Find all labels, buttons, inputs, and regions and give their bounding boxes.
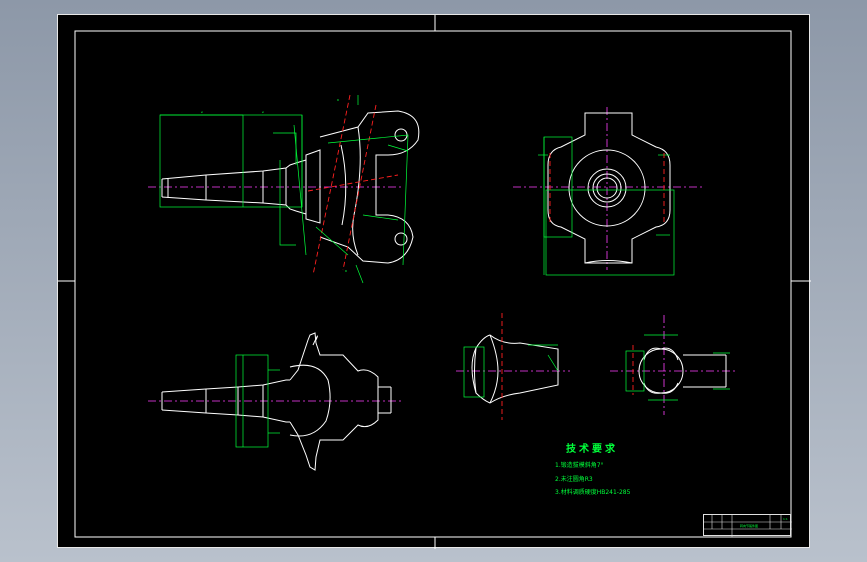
- front-view: ø ø R R: [148, 94, 420, 284]
- drawing-sheet: ø ø R R 技术要求 1.锻造拔模斜角7° 2.未注圆角R3 3.材料调质硬…: [57, 14, 811, 549]
- svg-text:R: R: [337, 98, 339, 102]
- technical-requirement-1: 1.锻造拔模斜角7°: [555, 462, 604, 469]
- section-view-b: [610, 315, 738, 415]
- svg-text:ø: ø: [262, 110, 264, 114]
- drawing-scale: 1:1: [783, 517, 788, 521]
- technical-requirements-title: 技术要求: [566, 444, 618, 455]
- svg-text:R: R: [345, 269, 347, 273]
- cad-drawing-canvas: ø ø R R: [58, 15, 811, 549]
- top-view: [148, 332, 403, 471]
- drawing-name: 转向节锻件图: [740, 524, 759, 528]
- centering-marks: [58, 15, 811, 549]
- title-block: 转向节锻件图 1:1: [703, 514, 792, 537]
- section-view-a: [456, 313, 570, 420]
- technical-requirement-3: 3.材料调质硬度HB241-285: [555, 489, 631, 496]
- technical-requirement-2: 2.未注圆角R3: [555, 476, 593, 483]
- side-view: [513, 107, 703, 276]
- svg-text:ø: ø: [201, 110, 203, 114]
- drawing-border: [74, 30, 792, 538]
